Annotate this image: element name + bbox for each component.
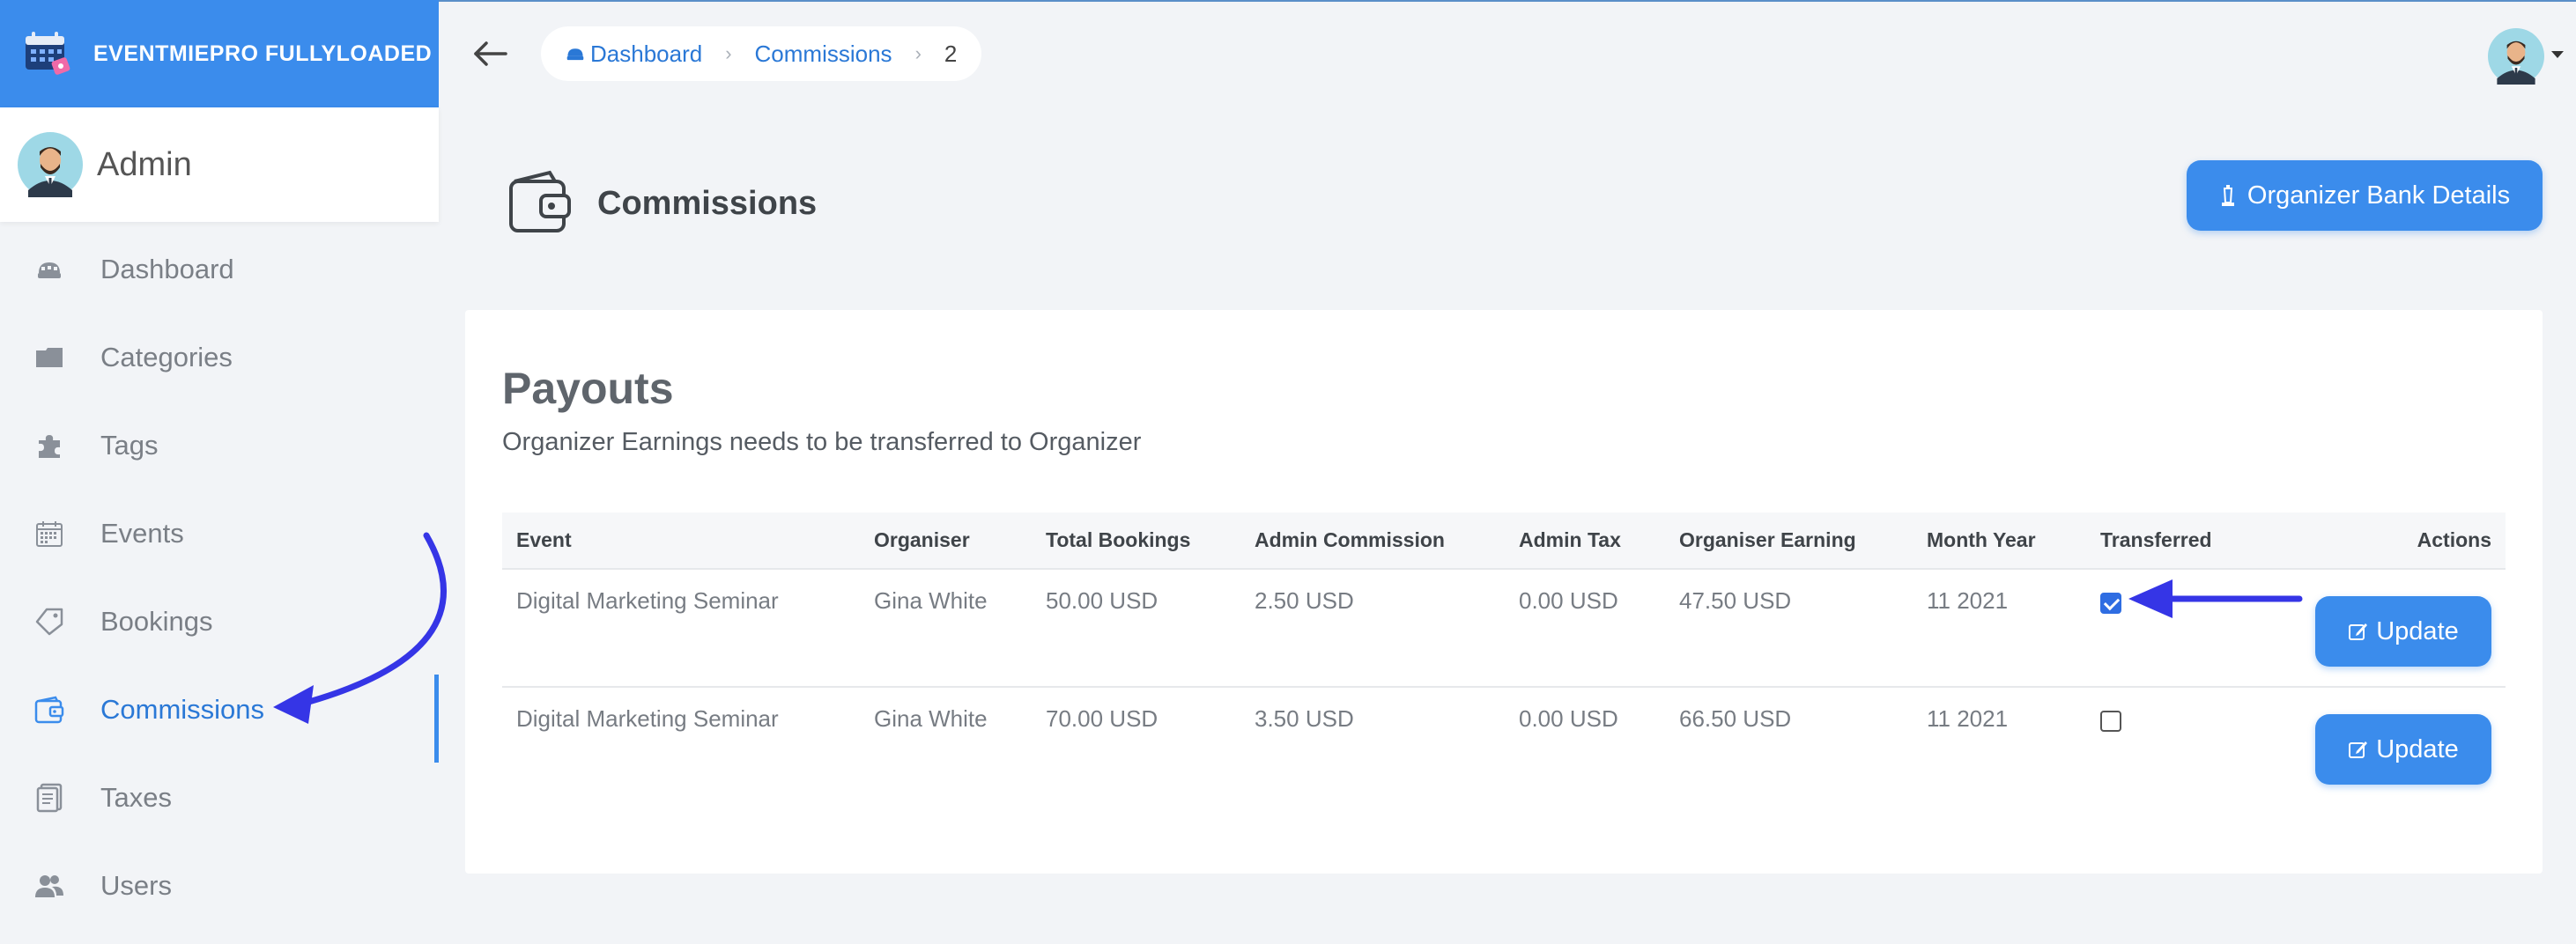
update-button[interactable]: Update <box>2315 714 2491 785</box>
calendar-logo-icon <box>26 32 70 75</box>
column-header: Admin Commission <box>1240 513 1505 570</box>
cell-admin-commission: 3.50 USD <box>1255 705 1354 732</box>
users-icon <box>32 868 67 903</box>
breadcrumb-home[interactable]: Dashboard <box>566 41 702 68</box>
wallet-icon <box>32 692 67 727</box>
document-icon <box>32 780 67 815</box>
update-button[interactable]: Update <box>2315 596 2491 667</box>
payouts-title: Payouts <box>502 364 674 413</box>
edit-icon <box>2349 741 2368 758</box>
column-header: Month Year <box>1913 513 2086 570</box>
cell-organiser-earning: 47.50 USD <box>1665 569 1913 688</box>
breadcrumb-separator-icon: › <box>725 42 732 64</box>
cell-actions: Update <box>2236 687 2506 805</box>
update-button-label: Update <box>2376 616 2459 645</box>
table-row: Digital Marketing Seminar Gina White 70.… <box>502 687 2506 805</box>
sidebar-item-bookings[interactable]: Bookings <box>0 578 439 666</box>
brand-name: EVENTMIEPRO FULLYLOADED <box>93 41 433 66</box>
cell-month-year: 11 2021 <box>1913 569 2086 688</box>
bank-icon <box>2221 185 2234 206</box>
column-header: Actions <box>2236 513 2506 570</box>
cell-actions: Update <box>2236 569 2506 688</box>
cell-transferred <box>2086 687 2236 805</box>
dashboard-icon <box>32 252 67 287</box>
folder-icon <box>32 340 67 375</box>
organizer-bank-details-button[interactable]: Organizer Bank Details <box>2187 160 2543 231</box>
payouts-card: Payouts Organizer Earnings needs to be t… <box>465 310 2543 874</box>
sidebar-nav: Dashboard Categories Tags Events Booking… <box>0 225 439 930</box>
sidebar-item-tags[interactable]: Tags <box>0 402 439 490</box>
bank-button-label: Organizer Bank Details <box>2247 181 2511 210</box>
calendar-icon <box>32 516 67 551</box>
avatar <box>18 132 83 197</box>
sidebar: EVENTMIEPRO FULLYLOADED Admin Dashboard … <box>0 0 439 944</box>
cell-admin-tax: 0.00 USD <box>1519 705 1618 732</box>
chevron-down-icon[interactable] <box>2551 51 2564 58</box>
breadcrumb-separator-icon: › <box>914 42 922 64</box>
breadcrumb: Dashboard › Commissions › 2 <box>541 26 982 81</box>
cell-transferred <box>2086 569 2236 688</box>
table-row: Digital Marketing Seminar Gina White 50.… <box>502 569 2506 688</box>
sidebar-item-label: Commissions <box>100 694 265 725</box>
sidebar-item-events[interactable]: Events <box>0 490 439 578</box>
brand-header[interactable]: EVENTMIEPRO FULLYLOADED <box>0 0 439 107</box>
user-avatar-menu[interactable] <box>2488 28 2544 85</box>
sidebar-item-label: Bookings <box>100 606 213 637</box>
cell-event: Digital Marketing Seminar <box>516 705 779 732</box>
sidebar-item-label: Events <box>100 518 184 549</box>
user-profile[interactable]: Admin <box>0 107 439 222</box>
column-header: Event <box>502 513 860 570</box>
breadcrumb-current: 2 <box>944 40 958 67</box>
column-header: Organiser Earning <box>1665 513 1913 570</box>
update-button-label: Update <box>2376 734 2459 763</box>
page-title: Commissions <box>597 185 818 222</box>
cell-total-bookings: 50.00 USD <box>1032 569 1240 688</box>
column-header: Admin Tax <box>1505 513 1665 570</box>
edit-icon <box>2349 623 2368 640</box>
wallet-icon <box>509 170 571 232</box>
sidebar-item-users[interactable]: Users <box>0 842 439 930</box>
cell-total-bookings: 70.00 USD <box>1046 705 1158 732</box>
puzzle-icon <box>32 428 67 463</box>
table-header-row: Event Organiser Total Bookings Admin Com… <box>502 513 2506 570</box>
sidebar-item-label: Dashboard <box>100 254 234 284</box>
cell-month-year: 11 2021 <box>1927 705 2009 732</box>
sidebar-item-label: Tags <box>100 430 159 461</box>
sidebar-item-commissions[interactable]: Commissions <box>0 666 439 763</box>
sidebar-item-label: Categories <box>100 342 233 372</box>
breadcrumb-home-label: Dashboard <box>590 40 703 67</box>
dashboard-icon <box>566 48 584 61</box>
transferred-checkbox[interactable] <box>2100 711 2121 732</box>
cell-event: Digital Marketing Seminar <box>502 569 860 688</box>
cell-admin-tax: 0.00 USD <box>1505 569 1665 688</box>
breadcrumb-section[interactable]: Commissions <box>755 41 892 68</box>
user-role: Admin <box>97 145 192 183</box>
cell-organiser: Gina White <box>860 569 1032 688</box>
payouts-subtitle: Organizer Earnings needs to be transferr… <box>502 428 1142 456</box>
top-border <box>439 0 2576 2</box>
column-header: Total Bookings <box>1032 513 1240 570</box>
back-arrow-icon[interactable] <box>470 33 511 74</box>
column-header: Transferred <box>2086 513 2236 570</box>
column-header: Organiser <box>860 513 1032 570</box>
cell-organiser: Gina White <box>874 705 988 732</box>
sidebar-item-label: Taxes <box>100 782 172 813</box>
cell-admin-commission: 2.50 USD <box>1240 569 1505 688</box>
sidebar-item-dashboard[interactable]: Dashboard <box>0 225 439 313</box>
transferred-checkbox[interactable] <box>2100 593 2121 614</box>
ticket-icon <box>32 604 67 639</box>
sidebar-item-categories[interactable]: Categories <box>0 313 439 402</box>
cell-organiser-earning: 66.50 USD <box>1679 705 1792 732</box>
sidebar-item-taxes[interactable]: Taxes <box>0 754 439 842</box>
sidebar-item-label: Users <box>100 870 172 901</box>
payouts-table: Event Organiser Total Bookings Admin Com… <box>502 513 2506 805</box>
